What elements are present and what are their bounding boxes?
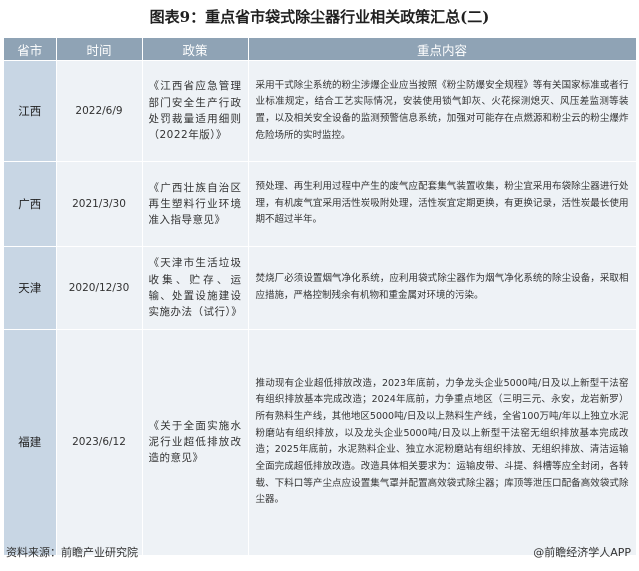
cell-time: 2023/6/12 [56,329,143,555]
cell-content: 焚烧厂必须设置烟气净化系统，应利用袋式除尘器作为烟气净化系统的除尘设备，采取相应… [248,246,637,330]
table-row: 天津 2020/12/30 《天津市生活垃圾收集、贮存、运输、处置设施建设实施办… [4,246,637,330]
header-time: 时间 [56,38,143,61]
cell-region: 福建 [4,329,57,555]
cell-policy: 《天津市生活垃圾收集、贮存、运输、处置设施建设实施办法（试行）》 [142,246,249,330]
brand-credit: @前瞻经济学人APP [533,546,631,559]
table-row: 福建 2023/6/12 《关于全面实施水泥行业超低排放改造的意见》 推动现有企… [4,329,637,555]
table-header-row: 省市 时间 政策 重点内容 [4,38,637,61]
cell-policy: 《广西壮族自治区再生塑料行业环境准入指导意见》 [142,161,249,247]
table-row: 江西 2022/6/9 《江西省应急管理部门安全生产行政处罚裁量适用细则（202… [4,60,637,162]
cell-region: 广西 [4,161,57,247]
header-policy: 政策 [142,38,249,61]
cell-content: 推动现有企业超低排放改造，2023年底前，力争龙头企业5000吨/日及以上新型干… [248,329,637,555]
cell-region: 江西 [4,60,57,162]
table-row: 广西 2021/3/30 《广西壮族自治区再生塑料行业环境准入指导意见》 预处理… [4,161,637,247]
cell-content: 预处理、再生利用过程中产生的废气应配套集气装置收集，粉尘宜采用布袋除尘器进行处理… [248,161,637,247]
cell-policy: 《关于全面实施水泥行业超低排放改造的意见》 [142,329,249,555]
policy-table: 省市 时间 政策 重点内容 江西 2022/6/9 《江西省应急管理部门安全生产… [4,38,637,555]
cell-region: 天津 [4,246,57,330]
header-region: 省市 [4,38,57,61]
cell-policy: 《江西省应急管理部门安全生产行政处罚裁量适用细则（2022年版）》 [142,60,249,162]
cell-content: 采用干式除尘系统的粉尘涉爆企业应当按照《粉尘防爆安全规程》等有关国家标准或者行业… [248,60,637,162]
cell-time: 2020/12/30 [56,246,143,330]
cell-time: 2022/6/9 [56,60,143,162]
header-content: 重点内容 [248,38,637,61]
source-note: 资料来源：前瞻产业研究院 [6,546,138,559]
page-title: 图表9：重点省市袋式除尘器行业相关政策汇总(二) [149,8,490,26]
cell-time: 2021/3/30 [56,161,143,247]
